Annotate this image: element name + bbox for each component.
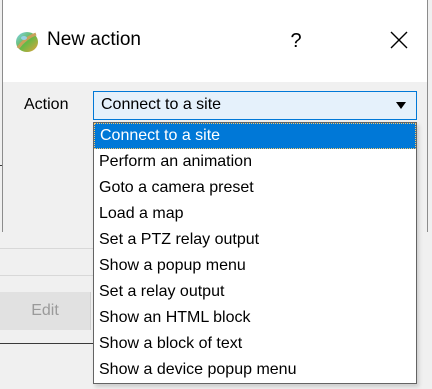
action-label: Action xyxy=(24,96,69,113)
background-divider xyxy=(0,248,93,249)
action-select-value: Connect to a site xyxy=(101,96,222,113)
dialog-titlebar[interactable]: New action ? xyxy=(3,0,427,82)
background-divider xyxy=(0,343,93,344)
close-icon xyxy=(390,31,408,49)
chevron-down-icon xyxy=(396,102,406,109)
background-divider xyxy=(0,275,93,276)
dropdown-option[interactable]: Set a relay output xyxy=(94,279,416,305)
action-select[interactable]: Connect to a site xyxy=(93,91,417,120)
dropdown-option[interactable]: Goto a camera preset xyxy=(94,175,416,201)
screen: Edit New action ? Action Connect to a si… xyxy=(0,0,432,389)
dialog-title: New action xyxy=(47,29,141,50)
dropdown-option[interactable]: Show a block of text xyxy=(94,331,416,357)
close-button[interactable] xyxy=(383,24,415,56)
edit-button[interactable]: Edit xyxy=(0,292,91,330)
dropdown-option[interactable]: Set a PTZ relay output xyxy=(94,227,416,253)
dropdown-option[interactable]: Show an HTML block xyxy=(94,305,416,331)
dropdown-option[interactable]: Load a map xyxy=(94,201,416,227)
dropdown-option[interactable]: Show a popup menu xyxy=(94,253,416,279)
app-icon xyxy=(15,30,39,54)
dropdown-option[interactable]: Perform an animation xyxy=(94,149,416,175)
dropdown-option[interactable]: Show a device popup menu xyxy=(94,357,416,383)
dropdown-option[interactable]: Connect to a site xyxy=(94,123,416,149)
action-dropdown-list: Connect to a site Perform an animation G… xyxy=(93,122,417,384)
help-button[interactable]: ? xyxy=(281,26,311,56)
